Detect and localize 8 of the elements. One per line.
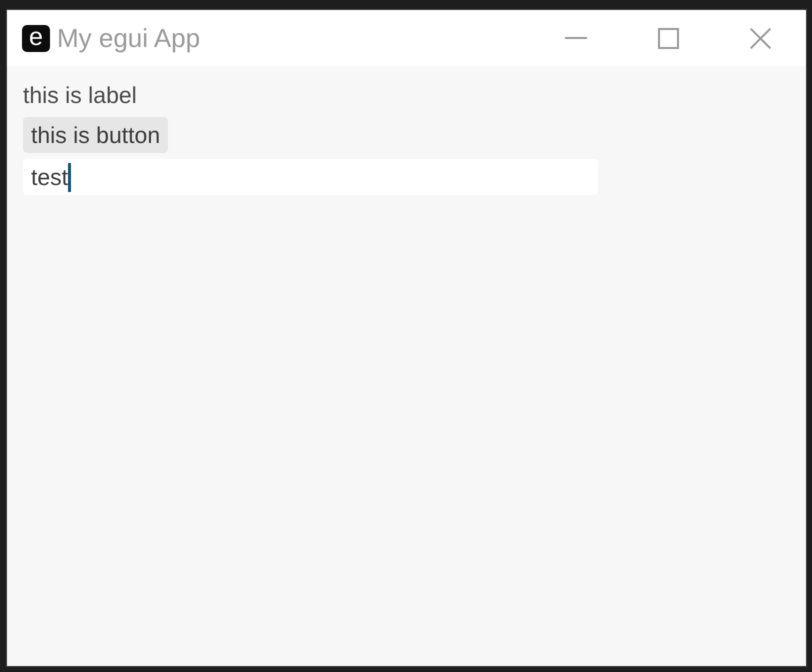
text-button[interactable]: this is button (23, 117, 168, 153)
close-icon (750, 28, 770, 48)
maximize-icon (658, 28, 678, 48)
label-text: this is label (23, 81, 137, 110)
app-logo: e (22, 24, 50, 52)
text-input-field[interactable]: test (23, 159, 598, 195)
minimize-icon (565, 37, 587, 39)
window-title: My egui App (57, 22, 200, 54)
